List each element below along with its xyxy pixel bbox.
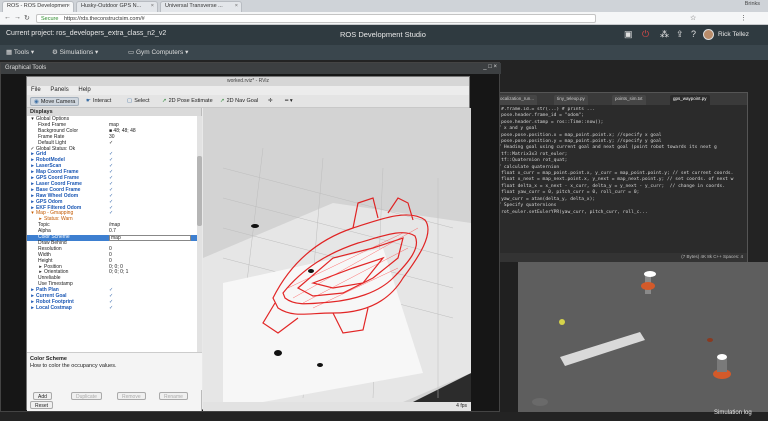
expand-icon[interactable]: ▸ — [30, 305, 35, 312]
graphical-tools-titlebar: Graphical Tools _ □ × — [1, 63, 501, 74]
fps-readout: 4 fps — [456, 403, 467, 409]
scrollbar-thumb[interactable] — [197, 156, 202, 226]
tool-interact[interactable]: ☛ Interact — [83, 97, 114, 106]
duplicate-button[interactable]: Duplicate — [71, 392, 102, 400]
browser-tab-utm[interactable]: Universal Transverse ... × — [160, 1, 242, 12]
profile-name[interactable]: Brinks — [745, 1, 760, 7]
crosshair-icon[interactable]: ✛ — [265, 97, 276, 106]
reload-icon[interactable]: ↻ — [24, 14, 30, 22]
forward-icon[interactable]: → — [14, 14, 21, 21]
help-icon[interactable]: ? — [691, 29, 696, 39]
terminal-panel[interactable] — [500, 262, 518, 412]
save-icon[interactable]: ▣ — [624, 29, 633, 40]
interact-icon: ☛ — [86, 98, 91, 104]
displays-scrollbar[interactable] — [197, 116, 202, 352]
goal-icon: ➚ — [220, 98, 225, 104]
share-icon[interactable]: ⇪ — [676, 29, 684, 40]
select-icon: ▢ — [127, 98, 133, 104]
rviz-title: worked.rviz* - RViz — [27, 77, 469, 86]
tool-2d-pose-estimate[interactable]: ➚ 2D Pose Estimate — [159, 97, 216, 106]
rviz-menubar: File Panels Help — [27, 86, 469, 95]
editor-tab[interactable]: points_sim.txt — [612, 95, 646, 105]
rename-button[interactable]: Rename — [159, 392, 188, 400]
rviz-window: worked.rviz* - RViz File Panels Help ◉ Mo… — [26, 76, 471, 411]
tool-select[interactable]: ▢ Select — [124, 97, 153, 106]
editor-tab[interactable]: tiny_teleop.py — [554, 95, 588, 105]
power-icon[interactable]: ⏻ — [642, 29, 649, 40]
add-button[interactable]: Add — [33, 392, 52, 400]
menu-help[interactable]: Help — [78, 87, 90, 93]
simulation-log-button[interactable]: Simulation log — [714, 410, 752, 420]
menu-gym-computers[interactable]: ▭ Gym Computers ▾ — [128, 48, 188, 56]
robot-icon: ⚙ — [52, 49, 60, 56]
grid-icon: ▦ — [6, 49, 14, 56]
pose-icon: ➚ — [162, 98, 167, 104]
graphical-tools-window: Graphical Tools _ □ × worked.rviz* - RVi… — [0, 62, 501, 412]
rds-header: Current project: ros_developers_extra_cl… — [0, 25, 768, 45]
window-controls[interactable]: _ □ × — [483, 64, 497, 70]
displays-header: Displays — [27, 108, 201, 116]
computer-icon: ▭ — [128, 49, 136, 56]
code-line: // Heading goal using current goal and n… — [490, 145, 717, 151]
code-line: float x_next = map_next.point.x, y_next … — [490, 177, 734, 183]
editor-tab[interactable]: localization_run... — [496, 95, 538, 105]
close-icon[interactable]: × — [67, 3, 70, 9]
camera-icon: ◉ — [34, 99, 39, 105]
app-title: ROS Development Studio — [340, 30, 426, 39]
address-url: https://rds.theconstructsim.com/# — [63, 16, 145, 22]
gazebo-view[interactable] — [500, 262, 768, 412]
editor-status: (7 Bytes) 4K 8k C++ Spaces: 4 — [486, 253, 747, 262]
code-editor-window: localization_run... tiny_teleop.py point… — [485, 92, 748, 262]
tool-2d-nav-goal[interactable]: ➚ 2D Nav Goal — [217, 97, 261, 106]
menu-simulations[interactable]: ⚙ Simulations ▾ — [52, 48, 98, 56]
enable-checkbox[interactable]: ✓ — [109, 305, 113, 312]
avatar[interactable] — [703, 29, 714, 40]
rviz-statusbar: 4 fps — [203, 402, 471, 411]
map-render — [203, 108, 471, 402]
rds-menu: ▦ Tools ▾ ⚙ Simulations ▾ ▭ Gym Computer… — [0, 45, 768, 60]
browser-tab-ros[interactable]: ROS - ROS Developmen × — [2, 1, 74, 12]
secure-badge: Secure — [41, 16, 59, 22]
browser-tab-husky[interactable]: Husky-Outdoor GPS N... × — [76, 1, 158, 12]
tool-move-camera[interactable]: ◉ Move Camera — [30, 97, 80, 106]
rviz-toolbar: ◉ Move Camera ☛ Interact ▢ Select ➚ 2D Pose … — [27, 95, 469, 108]
editor-tab[interactable]: gps_waypoint.py — [670, 95, 710, 105]
browser-tab-bar: ROS - ROS Developmen × Husky-Outdoor GPS … — [0, 0, 768, 12]
rviz-3d-view[interactable] — [203, 108, 471, 402]
menu-icon[interactable]: ⋮ — [740, 14, 747, 22]
menu-file[interactable]: File — [31, 87, 41, 93]
star-icon[interactable]: ☆ — [690, 14, 696, 22]
property-description: Color Scheme How to color the occupancy … — [27, 352, 202, 390]
browser-toolbar: ← → ↻ Secure https://rds.theconstructsim… — [0, 12, 768, 25]
close-icon[interactable]: × — [151, 3, 154, 9]
reset-button[interactable]: Reset — [30, 401, 54, 409]
display-tree-label: ▸ Local Costmap — [30, 304, 72, 312]
gazebo-scene — [500, 262, 768, 412]
code-line: rot_euler.setEulerYPR(yaw_curr, pitch_cu… — [490, 209, 648, 215]
editor-tabs: localization_run... tiny_teleop.py point… — [486, 93, 747, 105]
minus-icon[interactable]: ━ ▾ — [282, 97, 296, 106]
back-icon[interactable]: ← — [4, 14, 11, 21]
address-bar[interactable]: Secure https://rds.theconstructsim.com/# — [36, 14, 596, 23]
user-name[interactable]: Rick Tellez — [718, 31, 749, 38]
code-area[interactable]: #.frame.id.= str(...) # prints ... pose.… — [490, 107, 740, 247]
menu-tools[interactable]: ▦ Tools ▾ — [6, 48, 34, 56]
ros-icon[interactable]: ⁂ — [660, 29, 669, 40]
displays-buttons: Add Duplicate Remove Rename — [27, 391, 202, 401]
remove-button[interactable]: Remove — [117, 392, 146, 400]
current-project: Current project: ros_developers_extra_cl… — [6, 30, 167, 37]
displays-tree[interactable]: ▾ Global Options Fixed Frame map Background … — [27, 116, 202, 352]
menu-panels[interactable]: Panels — [50, 87, 68, 93]
close-icon[interactable]: × — [235, 3, 238, 9]
displays-panel: Displays ▾ Global Options Fixed Frame map Ba… — [27, 108, 202, 411]
display-tree-row[interactable]: ▸ Local Costmap ✓ — [27, 304, 202, 312]
